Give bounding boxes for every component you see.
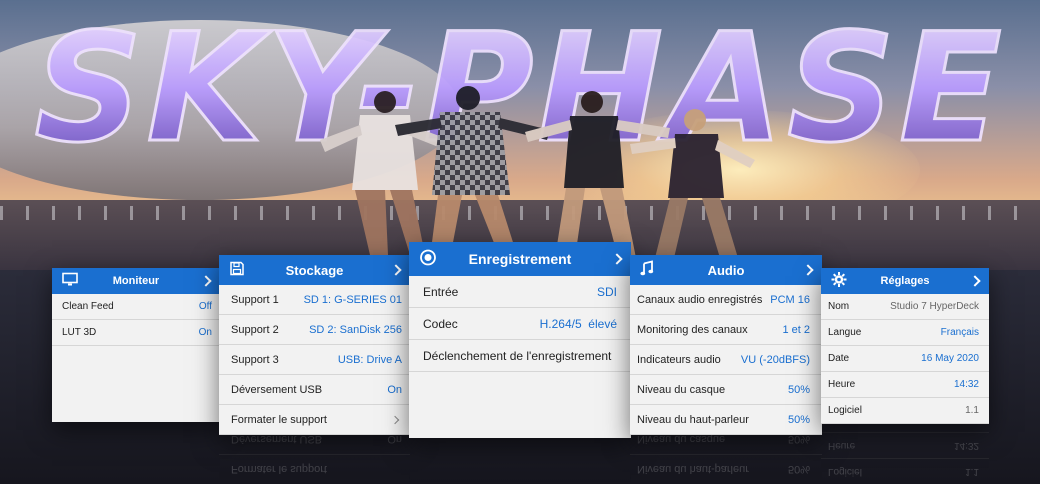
row-label: Heure (828, 379, 856, 390)
storage-row-support-1[interactable]: Support 1 SD 1: G-SERIES 01 (219, 285, 410, 315)
monitor-icon (62, 272, 78, 290)
row-label: Support 2 (231, 323, 279, 336)
row-label: LUT 3D (62, 327, 97, 338)
monitor-empty-area (52, 346, 220, 422)
settings-row-software[interactable]: Logiciel 1.1 (821, 398, 989, 424)
row-value: H.264/5 élevé (539, 316, 617, 331)
row-value: 14:32 (953, 379, 979, 390)
row-value: VU (-20dBFS) (740, 353, 810, 366)
chevron-right-icon[interactable] (969, 275, 981, 287)
row-value: On (387, 383, 402, 396)
row-label: Support 3 (231, 353, 279, 366)
settings-row-date[interactable]: Date 16 May 2020 (821, 346, 989, 372)
row-value: On (198, 327, 212, 338)
row-label: Nom (828, 301, 850, 312)
monitor-panel-title: Moniteur (112, 275, 160, 287)
row-label: Niveau du casque (637, 383, 726, 396)
row-label: Date (828, 353, 850, 364)
recording-panel-title: Enregistrement (468, 251, 572, 267)
chevron-right-icon (390, 415, 400, 424)
row-label: Déversement USB (231, 383, 323, 396)
row-label: Support 1 (231, 293, 279, 306)
recording-row-trigger[interactable]: Déclenchement de l'enregistrement (409, 340, 631, 372)
gear-icon (831, 272, 847, 291)
row-label: Logiciel (828, 405, 862, 416)
audio-panel-title: Audio (707, 262, 745, 278)
recording-row-input[interactable]: Entrée SDI (409, 276, 631, 308)
audio-panel: Audio Canaux audio enregistrés PCM 16 Mo… (630, 255, 822, 435)
chevron-right-icon[interactable] (802, 264, 814, 276)
storage-panel-title: Stockage (285, 262, 344, 278)
row-label: Canaux audio enregistrés (637, 293, 763, 306)
row-label: Clean Feed (62, 301, 114, 312)
settings-row-language[interactable]: Langue Français (821, 320, 989, 346)
row-label: Monitoring des canaux (637, 323, 748, 336)
chevron-right-icon[interactable] (611, 253, 623, 265)
row-value: Off (198, 301, 212, 312)
row-value: PCM 16 (770, 293, 810, 306)
row-label: Formater le support (231, 413, 327, 426)
recording-empty-area (409, 372, 631, 438)
music-note-icon (640, 260, 654, 280)
audio-row-channel-monitoring[interactable]: Monitoring des canaux 1 et 2 (630, 315, 822, 345)
row-label: Déclenchement de l'enregistrement (423, 348, 612, 363)
row-value: USB: Drive A (337, 353, 402, 366)
storage-panel-header[interactable]: Stockage (219, 255, 410, 285)
row-value: 50% (787, 383, 810, 396)
monitor-row-lut-3d[interactable]: LUT 3D On (52, 320, 220, 346)
row-value: SD 1: G-SERIES 01 (303, 293, 402, 306)
monitor-panel: Moniteur Clean Feed Off LUT 3D On (52, 268, 220, 422)
audio-row-speaker-level[interactable]: Niveau du haut-parleur 50% (630, 405, 822, 435)
settings-panel-title: Réglages (880, 275, 930, 287)
row-label: Indicateurs audio (637, 353, 721, 366)
chevron-right-icon[interactable] (390, 264, 402, 276)
row-value: 50% (787, 413, 810, 426)
chevron-right-icon[interactable] (200, 275, 212, 287)
row-label: Langue (828, 327, 862, 338)
storage-panel: Stockage Support 1 SD 1: G-SERIES 01 Sup… (219, 255, 410, 435)
audio-row-meters[interactable]: Indicateurs audio VU (-20dBFS) (630, 345, 822, 375)
row-value: Français (940, 327, 979, 338)
recording-panel-header[interactable]: Enregistrement (409, 242, 631, 276)
storage-row-support-3[interactable]: Support 3 USB: Drive A (219, 345, 410, 375)
settings-row-name[interactable]: Nom Studio 7 HyperDeck (821, 294, 989, 320)
storage-row-support-2[interactable]: Support 2 SD 2: SanDisk 256 (219, 315, 410, 345)
row-label: Niveau du haut-parleur (637, 413, 749, 426)
dancers-group (320, 86, 755, 258)
audio-panel-header[interactable]: Audio (630, 255, 822, 285)
monitor-row-clean-feed[interactable]: Clean Feed Off (52, 294, 220, 320)
settings-row-time[interactable]: Heure 14:32 (821, 372, 989, 398)
row-value: Studio 7 HyperDeck (890, 301, 979, 312)
row-value: 16 May 2020 (921, 353, 979, 364)
storage-row-usb-dump[interactable]: Déversement USB On (219, 375, 410, 405)
monitor-panel-header[interactable]: Moniteur (52, 268, 220, 294)
recording-panel: Enregistrement Entrée SDI Codec H.264/5 … (409, 242, 631, 438)
row-value: SD 2: SanDisk 256 (309, 323, 402, 336)
audio-row-headphone-level[interactable]: Niveau du casque 50% (630, 375, 822, 405)
row-value: 1 et 2 (782, 323, 810, 336)
audio-row-recorded-channels[interactable]: Canaux audio enregistrés PCM 16 (630, 285, 822, 315)
row-label: Codec (423, 316, 458, 331)
row-value: 1.1 (965, 405, 979, 416)
settings-panel: Réglages Nom Studio 7 HyperDeck Langue F… (821, 268, 989, 424)
storage-row-format-media[interactable]: Formater le support (219, 405, 410, 435)
recording-row-codec[interactable]: Codec H.264/5 élevé (409, 308, 631, 340)
floppy-disk-icon (229, 261, 245, 280)
row-label: Entrée (423, 284, 459, 299)
row-value: SDI (596, 284, 617, 299)
record-icon (419, 249, 437, 270)
settings-panel-header[interactable]: Réglages (821, 268, 989, 294)
